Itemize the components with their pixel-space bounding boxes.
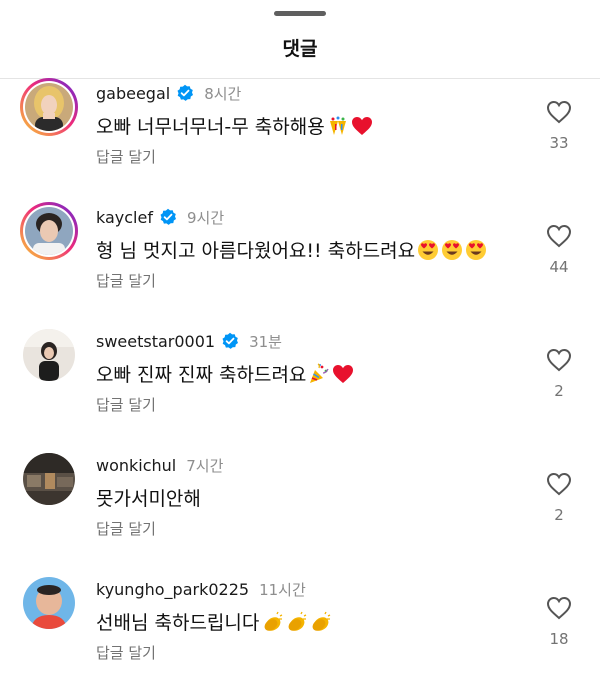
heart-eyes-emoji — [441, 239, 463, 261]
avatar[interactable] — [23, 329, 75, 381]
avatar[interactable] — [25, 83, 73, 131]
comment-time: 8시간 — [204, 84, 242, 103]
like-count: 44 — [549, 258, 569, 276]
comment-meta: gabeegal 8시간 — [96, 82, 241, 104]
like-count: 2 — [554, 506, 564, 524]
clapping-hands-emoji — [285, 611, 307, 633]
comment-text-row: 못가서미안해 — [96, 484, 201, 511]
comment-meta: wonkichul 7시간 — [96, 454, 223, 476]
like-count: 33 — [549, 134, 569, 152]
like-count: 18 — [549, 630, 569, 648]
clapping-hands-emoji — [261, 611, 283, 633]
heart-outline-icon[interactable] — [546, 100, 572, 124]
red-heart-emoji — [351, 116, 373, 136]
comment-body: 못가서미안해 — [96, 488, 201, 510]
heart-outline-icon[interactable] — [546, 472, 572, 496]
comment-text-row: 오빠 진짜 진짜 축하드려요 — [96, 360, 354, 387]
reply-button[interactable]: 답글 달기 — [96, 270, 156, 291]
avatar-ring[interactable] — [20, 326, 78, 384]
comment-body: 형 님 멋지고 아름다웠어요!! 축하드려요 — [96, 240, 416, 262]
comment-time: 11시간 — [259, 580, 306, 599]
avatar-story-ring[interactable] — [20, 78, 78, 136]
comment-text-row: 오빠 너무너무너-무 축하해용 — [96, 112, 373, 139]
comment-body: 오빠 진짜 진짜 축하드려요 — [96, 364, 307, 386]
avatar[interactable] — [25, 207, 73, 255]
reply-button[interactable]: 답글 달기 — [96, 394, 156, 415]
heart-outline-icon[interactable] — [546, 596, 572, 620]
avatar[interactable] — [23, 453, 75, 505]
comment-time: 9시간 — [186, 208, 225, 227]
comment-item: wonkichul 7시간 못가서미안해 답글 달기 2 — [0, 450, 600, 574]
reply-button[interactable]: 답글 달기 — [96, 146, 156, 167]
username[interactable]: kyungho_park0225 — [96, 580, 249, 599]
username[interactable]: wonkichul — [96, 456, 176, 475]
username[interactable]: gabeegal — [96, 84, 170, 103]
comment-time: 7시간 — [186, 456, 224, 475]
comment-item: kyungho_park0225 11시간 선배님 축하드립니다 답글 달기 1… — [0, 574, 600, 698]
like-count: 2 — [554, 382, 564, 400]
heart-outline-icon[interactable] — [546, 224, 572, 248]
drag-handle[interactable] — [274, 11, 326, 16]
heart-eyes-emoji — [465, 239, 487, 261]
confetti-ball-emoji — [327, 115, 349, 137]
reply-button[interactable]: 답글 달기 — [96, 518, 156, 539]
clapping-hands-emoji — [309, 611, 331, 633]
comment-item: sweetstar0001 31분 오빠 진짜 진짜 축하드려요 답글 달기 2 — [0, 326, 600, 450]
heart-outline-icon[interactable] — [546, 348, 572, 372]
comment-text-row: 형 님 멋지고 아름다웠어요!! 축하드려요 — [96, 236, 487, 263]
verified-badge-icon — [221, 332, 239, 350]
comment-body: 오빠 너무너무너-무 축하해용 — [96, 116, 325, 138]
comment-text-row: 선배님 축하드립니다 — [96, 608, 331, 635]
comment-meta: sweetstar0001 31분 — [96, 330, 282, 352]
comment-item: kayclef 9시간 형 님 멋지고 아름다웠어요!! 축하드려요 답글 달기… — [0, 202, 600, 326]
comment-item: gabeegal 8시간 오빠 너무너무너-무 축하해용 답글 달기 33 — [0, 78, 600, 202]
red-heart-emoji — [332, 364, 354, 384]
verified-badge-icon — [176, 84, 194, 102]
comment-meta: kayclef 9시간 — [96, 206, 224, 228]
party-popper-emoji — [308, 362, 330, 385]
avatar-ring[interactable] — [20, 450, 78, 508]
avatar-ring[interactable] — [20, 574, 78, 632]
heart-eyes-emoji — [417, 239, 439, 261]
username[interactable]: kayclef — [96, 208, 153, 227]
verified-badge-icon — [159, 208, 177, 226]
comment-meta: kyungho_park0225 11시간 — [96, 578, 306, 600]
comments-sheet-header: 댓글 — [0, 0, 600, 79]
username[interactable]: sweetstar0001 — [96, 332, 215, 351]
avatar-story-ring[interactable] — [20, 202, 78, 260]
avatar[interactable] — [23, 577, 75, 629]
sheet-title: 댓글 — [282, 38, 318, 60]
comment-time: 31분 — [249, 332, 282, 351]
comment-body: 선배님 축하드립니다 — [96, 612, 260, 634]
reply-button[interactable]: 답글 달기 — [96, 642, 156, 663]
